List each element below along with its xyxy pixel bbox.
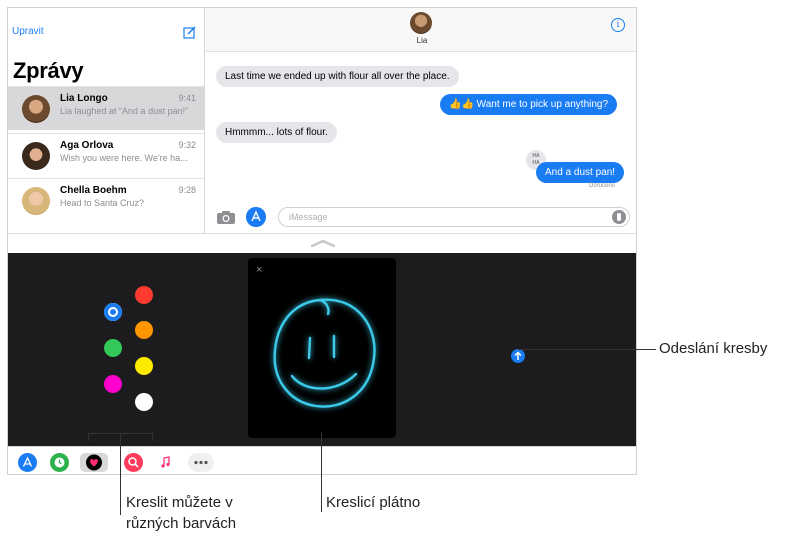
timestamp: 9:41	[178, 93, 196, 103]
more-icon[interactable]	[188, 453, 214, 472]
digital-touch-icon[interactable]	[80, 453, 108, 472]
avatar	[22, 95, 50, 123]
conversation-item-chella[interactable]: Chella Boehm 9:28 Head to Santa Cruz?	[8, 178, 204, 233]
avatar	[22, 187, 50, 215]
timestamp: 9:32	[178, 140, 196, 150]
color-swatch-magenta[interactable]	[104, 375, 122, 393]
contact-avatar[interactable]	[410, 12, 432, 34]
messages-app-window: Upravit Zprávy Lia Longo 9:41 Lia laughe…	[7, 7, 637, 475]
callout-line-canvas	[321, 432, 322, 512]
color-swatch-orange[interactable]	[135, 321, 153, 339]
drawer-expand-handle[interactable]	[8, 233, 636, 253]
color-swatch-red[interactable]	[135, 286, 153, 304]
info-icon[interactable]: i	[611, 18, 625, 32]
contact-name: Aga Orlova	[60, 140, 114, 151]
drawing-canvas[interactable]: ×	[248, 258, 396, 438]
send-drawing-button[interactable]	[511, 349, 525, 363]
compose-icon[interactable]	[183, 25, 197, 39]
callout-bracket-left	[88, 433, 89, 441]
smiley-drawing	[273, 298, 376, 408]
callout-send-drawing: Odeslání kresby	[659, 340, 768, 357]
input-placeholder: iMessage	[289, 212, 328, 222]
message-bubble-incoming: Hmmmm... lots of flour.	[216, 122, 337, 143]
callout-colors-line1: Kreslit můžete v	[126, 494, 233, 511]
page-title: Zprávy	[13, 58, 84, 83]
music-icon[interactable]	[156, 453, 175, 472]
message-bubble-outgoing: 👍👍 Want me to pick up anything?	[440, 94, 618, 115]
imessage-input[interactable]: iMessage	[278, 207, 630, 227]
camera-icon[interactable]	[216, 210, 236, 225]
callout-colors-line2: různých barvách	[126, 515, 237, 532]
message-bubble-incoming: Last time we ended up with flour all ove…	[216, 66, 459, 87]
callout-line-send	[518, 349, 656, 350]
contact-name: Chella Boehm	[60, 185, 127, 196]
app-drawer-strip	[8, 446, 636, 474]
callout-bracket-right	[152, 433, 153, 441]
app-store-icon[interactable]	[18, 453, 37, 472]
message-preview: Head to Santa Cruz?	[60, 198, 145, 208]
delivery-status: Doručeno	[589, 183, 616, 189]
color-swatch-white[interactable]	[135, 393, 153, 411]
conversation-item-aga[interactable]: Aga Orlova 9:32 Wish you were here. We'r…	[8, 133, 204, 177]
contact-name[interactable]: Lia	[206, 36, 636, 45]
edit-button[interactable]: Upravit	[12, 26, 44, 37]
avatar	[22, 142, 50, 170]
contact-name: Lia Longo	[60, 93, 108, 104]
chevron-up-icon	[311, 239, 335, 247]
callout-line-colors	[120, 433, 121, 515]
message-preview: Wish you were here. We're ha...	[60, 153, 188, 163]
message-preview: Lia laughed at “And a dust pan!”	[60, 106, 189, 116]
callout-drawing-canvas: Kreslicí plátno	[326, 494, 421, 511]
color-swatch-green[interactable]	[104, 339, 122, 357]
color-swatch-yellow[interactable]	[135, 357, 153, 375]
timestamp: 9:28	[178, 185, 196, 195]
message-bubble-outgoing: And a dust pan!	[536, 162, 625, 183]
microphone-icon[interactable]	[612, 210, 626, 224]
conversation-item-lia[interactable]: Lia Longo 9:41 Lia laughed at “And a dus…	[8, 86, 204, 130]
recents-icon[interactable]	[50, 453, 69, 472]
conversation-header: Lia i	[206, 8, 636, 52]
images-search-icon[interactable]	[124, 453, 143, 472]
color-swatch-blue[interactable]	[104, 303, 122, 321]
app-store-icon[interactable]	[246, 207, 266, 227]
arrow-up-icon	[514, 351, 522, 360]
conversation-list-sidebar: Upravit Zprávy Lia Longo 9:41 Lia laughe…	[8, 8, 205, 233]
message-input-bar: iMessage	[206, 202, 636, 233]
